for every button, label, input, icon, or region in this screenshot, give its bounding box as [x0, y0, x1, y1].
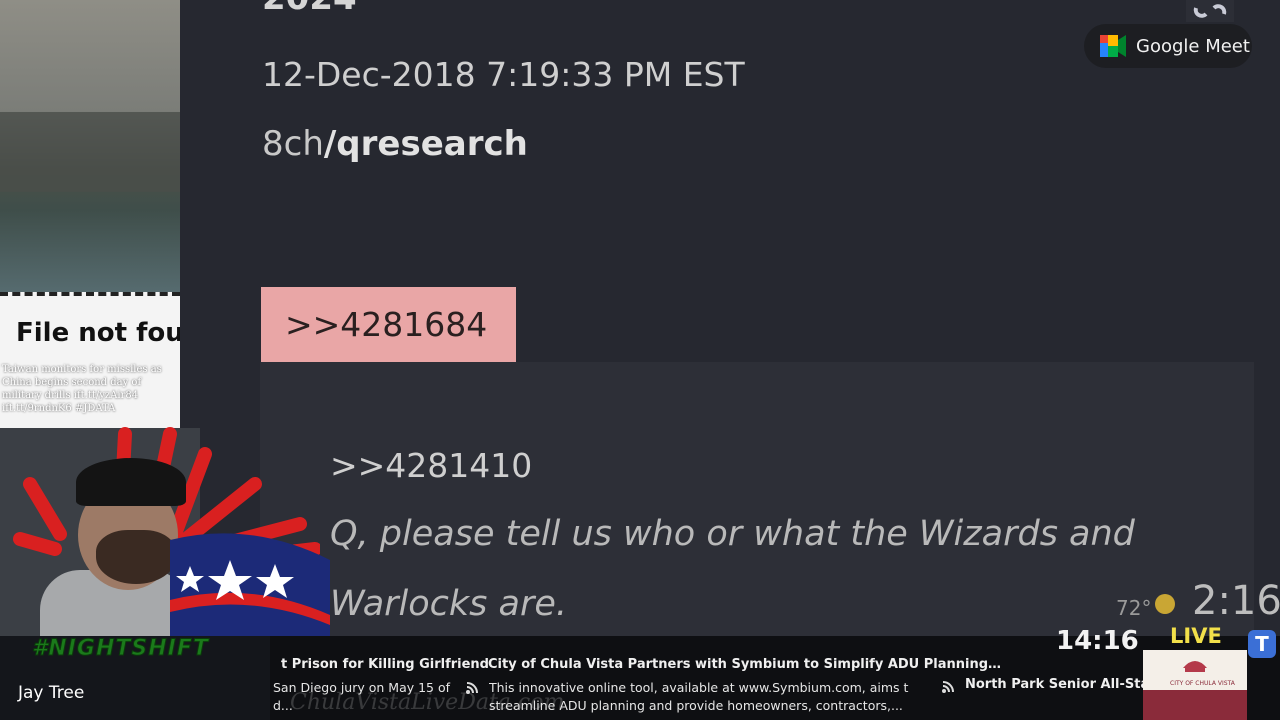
post-timestamp: 12-Dec-2018 7:19:33 PM EST: [262, 55, 745, 94]
live-label: LIVE: [1170, 624, 1222, 648]
clock: 2:16: [1192, 578, 1280, 624]
ticker-time: 14:16: [1056, 626, 1139, 656]
news-item-1-body: d...: [273, 698, 293, 713]
temperature: 72°: [1116, 596, 1152, 620]
flag-graphic: [170, 533, 330, 636]
news-item-1-title: t Prison for Killing Girlfriend: [281, 657, 489, 672]
google-meet-icon: [1100, 35, 1126, 57]
quote-text-line-2: Warlocks are.: [330, 584, 568, 624]
news-item-2-body: This innovative online tool, available a…: [489, 680, 909, 695]
link-icon: [1186, 0, 1234, 22]
rss-icon: [942, 681, 954, 693]
tweet-overlay: Taiwan monitors for missiles as China be…: [2, 364, 162, 414]
host-beard: [96, 530, 176, 584]
board-prefix: 8ch: [262, 124, 324, 164]
city-logo-band: [1143, 690, 1247, 720]
post-year: 2024: [262, 0, 357, 18]
news-item-1-body: San Diego jury on May 15 of: [273, 680, 451, 695]
file-not-found-text: File not found: [16, 318, 180, 348]
google-meet-label: Google Meet: [1136, 36, 1250, 57]
board-link[interactable]: 8ch/qresearch: [262, 124, 528, 164]
ship-silhouette: [0, 112, 180, 192]
news-item-2-body: streamline ADU planning and provide home…: [489, 698, 903, 713]
quote-text-line-1: Q, please tell us who or what the Wizard…: [330, 514, 1135, 554]
nightshift-hashtag: #NIGHTSHIFT: [32, 636, 209, 662]
city-name: CITY OF CHULA VISTA: [1170, 680, 1235, 687]
sun-icon: [1155, 594, 1175, 614]
host-cap: [76, 458, 186, 506]
rss-icon: [466, 682, 478, 694]
post-reference-link[interactable]: >>4281684: [261, 287, 516, 363]
city-seal-icon: [1183, 661, 1207, 672]
host-name: Jay Tree: [18, 683, 85, 703]
news-item-2-title: City of Chula Vista Partners with Symbiu…: [488, 657, 1002, 672]
quoted-reference-link[interactable]: >>4281410: [330, 446, 532, 485]
t-icon: T: [1248, 630, 1276, 658]
board-name: /qresearch: [323, 124, 528, 164]
